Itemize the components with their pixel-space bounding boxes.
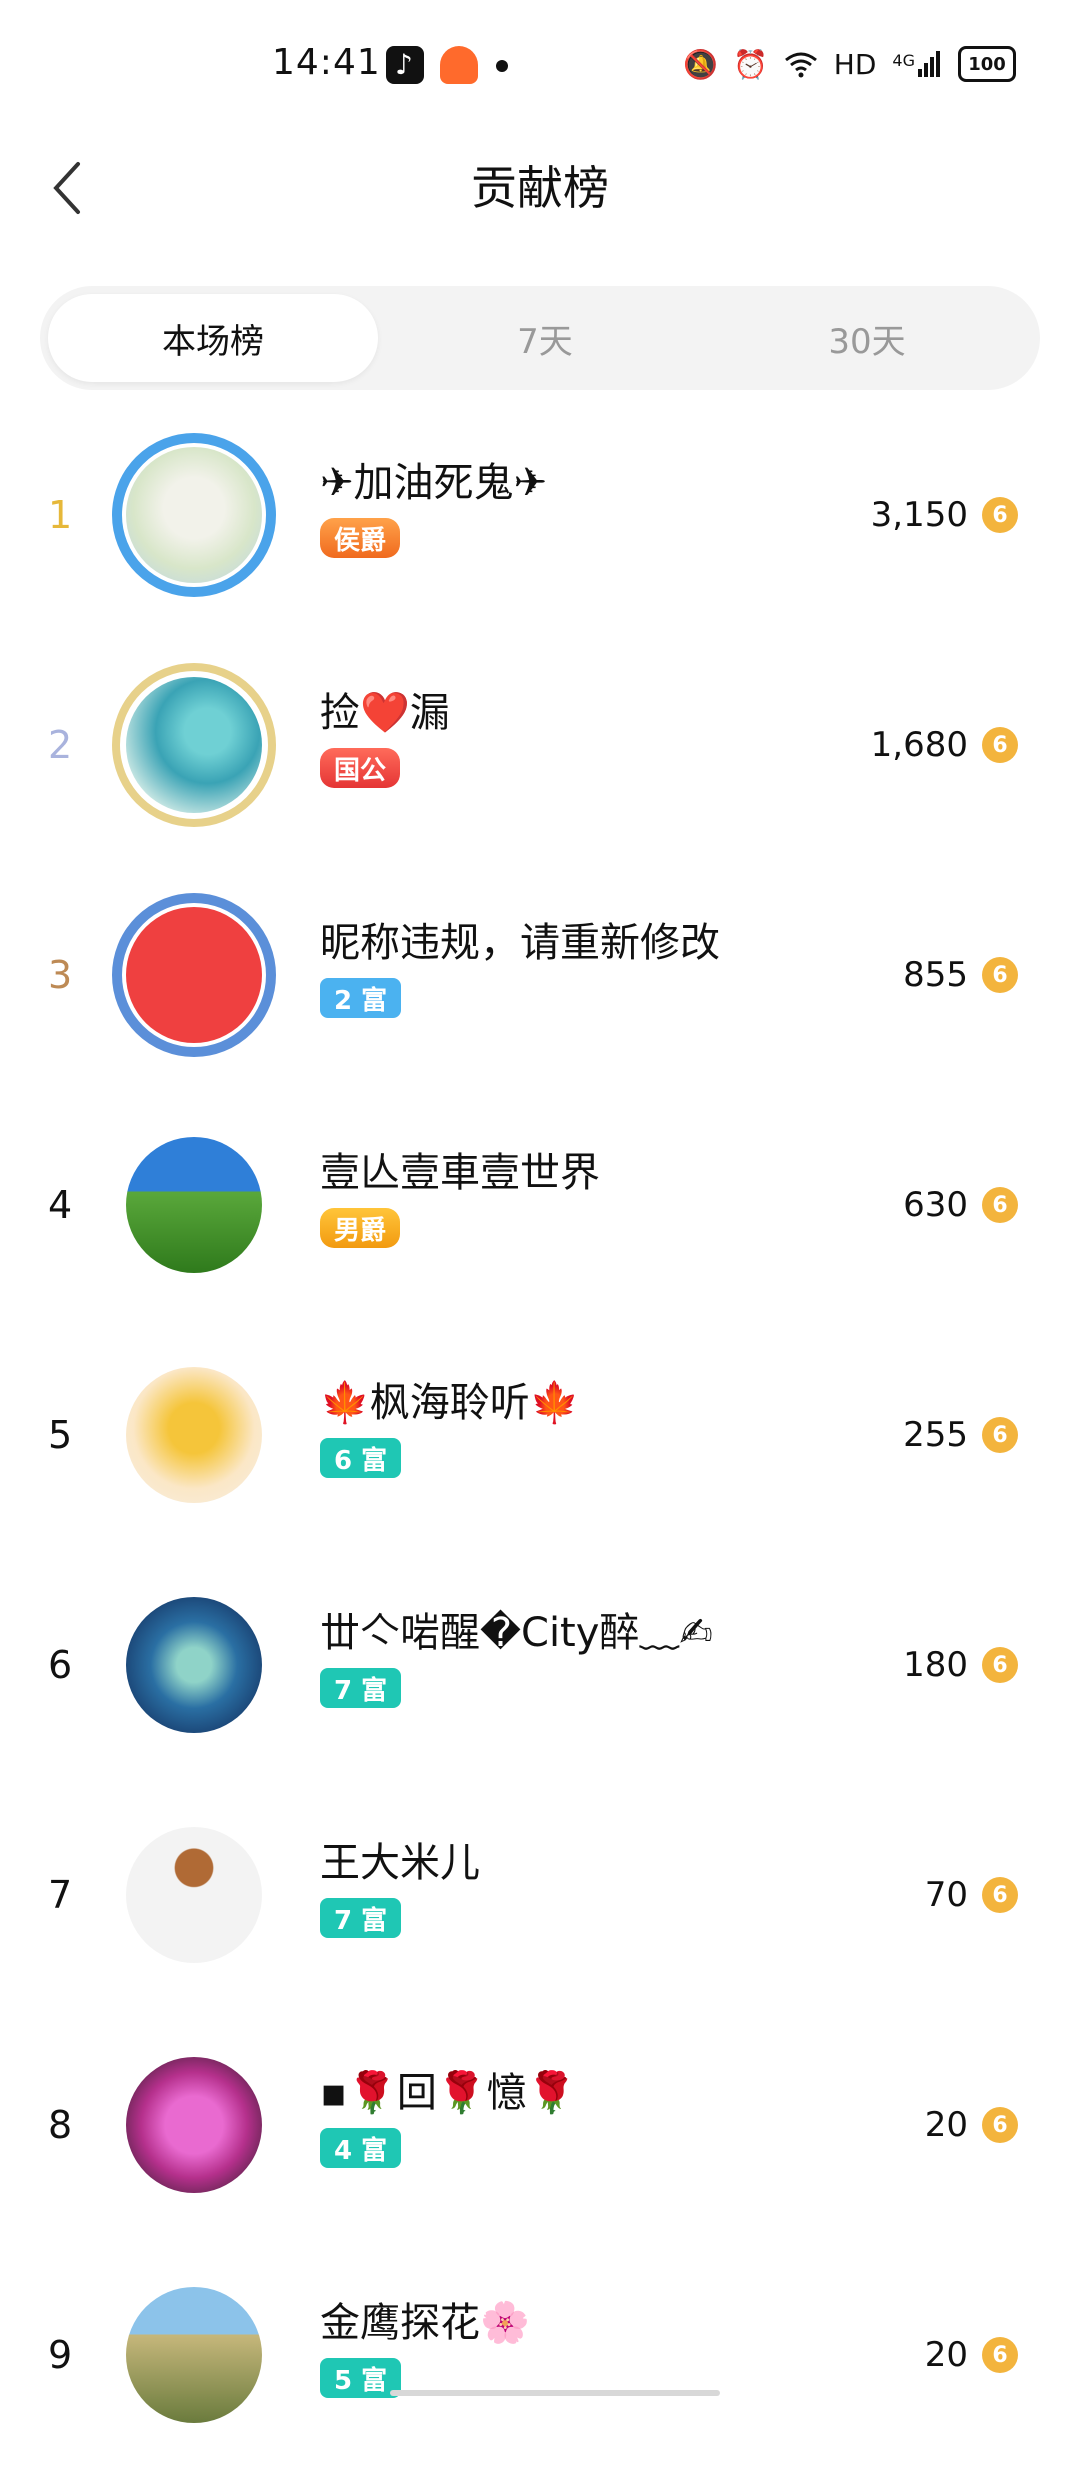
contribution-list: 1 ✈加油死鬼✈ 侯爵 3,150 6 2 捡❤️漏 国公 1,680 6 3 … [0,400,1080,2470]
contribution-score: 20 [924,2335,968,2375]
robot-app-icon [440,46,478,84]
fortune-level-badge: 4 富 [320,2128,402,2168]
coin-icon: 6 [982,1417,1018,1453]
fortune-level-badge: 5 富 [320,2358,402,2398]
rank-number: 7 [48,1873,73,1917]
user-name: 金鹰探花🌸 [320,2300,530,2346]
list-item[interactable]: 6 丗亽啱醒�City醉﹏✍ 7 富 180 6 [0,1550,1080,1780]
system-icons: 🔕 ⏰ HD 4G 100 [683,46,1016,82]
rank-number: 6 [48,1643,73,1687]
rank-title-badge: 国公 [320,748,401,788]
avatar[interactable] [126,447,262,583]
status-bar: 14:41 🔕 ⏰ HD 4G 100 [0,0,1080,130]
header: 贡献榜 [0,130,1080,240]
coin-icon: 6 [982,1647,1018,1683]
contribution-score: 3,150 [870,495,968,535]
rank-number: 5 [48,1413,73,1457]
avatar[interactable] [126,2287,262,2423]
fortune-level-badge: 2 富 [320,978,402,1018]
tab-30-days[interactable]: 30天 [702,294,1032,382]
rank-title-badge: 侯爵 [320,518,401,558]
contribution-score: 855 [903,955,968,995]
notification-dot [496,60,508,72]
contribution-score: 20 [924,2105,968,2145]
tiktok-icon [386,46,424,84]
rank-title-badge: 男爵 [320,1208,401,1248]
coin-icon: 6 [982,2107,1018,2143]
coin-icon: 6 [982,2337,1018,2373]
avatar[interactable] [126,1597,262,1733]
scroll-indicator [390,2390,720,2396]
user-name: 昵称违规，请重新修改 [320,920,720,966]
contribution-score: 1,680 [870,725,968,765]
contribution-score: 70 [924,1875,968,1915]
rank-number: 2 [48,723,73,767]
user-name: ▪🌹回🌹憶🌹 [320,2070,577,2116]
fortune-level-badge: 7 富 [320,1668,402,1708]
coin-icon: 6 [982,957,1018,993]
list-item[interactable]: 2 捡❤️漏 国公 1,680 6 [0,630,1080,860]
user-name: 捡❤️漏 [320,690,450,736]
contribution-score: 255 [903,1415,968,1455]
list-item[interactable]: 7 王大米儿 7 富 70 6 [0,1780,1080,2010]
avatar[interactable] [126,1137,262,1273]
page-title: 贡献榜 [471,161,609,215]
rank-number: 8 [48,2103,73,2147]
list-item[interactable]: 5 🍁枫海聆听🍁 6 富 255 6 [0,1320,1080,1550]
fortune-level-badge: 6 富 [320,1438,402,1478]
list-item[interactable]: 1 ✈加油死鬼✈ 侯爵 3,150 6 [0,400,1080,630]
battery-icon: 100 [958,46,1016,82]
user-name: 王大米儿 [320,1840,480,1886]
contribution-score: 630 [903,1185,968,1225]
wifi-icon [784,47,818,81]
user-name: 壹亾壹車壹世界 [320,1150,600,1196]
coin-icon: 6 [982,727,1018,763]
signal-4g-icon: 4G [892,51,942,77]
rank-number: 9 [48,2333,73,2377]
contribution-score: 180 [903,1645,968,1685]
avatar[interactable] [126,2057,262,2193]
list-item[interactable]: 9 金鹰探花🌸 5 富 20 6 [0,2240,1080,2470]
avatar[interactable] [126,1367,262,1503]
fortune-level-badge: 7 富 [320,1898,402,1938]
avatar[interactable] [126,907,262,1043]
alarm-icon: ⏰ [733,47,769,81]
period-tabs: 本场榜 7天 30天 [40,286,1040,390]
list-item[interactable]: 3 昵称违规，请重新修改 2 富 855 6 [0,860,1080,1090]
list-item[interactable]: 4 壹亾壹車壹世界 男爵 630 6 [0,1090,1080,1320]
hd-icon: HD [833,47,877,81]
coin-icon: 6 [982,1187,1018,1223]
coin-icon: 6 [982,1877,1018,1913]
mute-bell-icon: 🔕 [683,47,719,81]
tab-this-session[interactable]: 本场榜 [48,294,378,382]
avatar[interactable] [126,1827,262,1963]
rank-number: 4 [48,1183,73,1227]
list-item[interactable]: 8 ▪🌹回🌹憶🌹 4 富 20 6 [0,2010,1080,2240]
rank-number: 1 [48,493,73,537]
tab-7-days[interactable]: 7天 [380,294,710,382]
coin-icon: 6 [982,497,1018,533]
avatar[interactable] [126,677,262,813]
user-name: ✈加油死鬼✈ [320,460,548,506]
rank-number: 3 [48,953,73,997]
status-time: 14:41 [272,42,381,83]
user-name: 🍁枫海聆听🍁 [320,1380,580,1426]
user-name: 丗亽啱醒�City醉﹏✍ [320,1610,713,1656]
